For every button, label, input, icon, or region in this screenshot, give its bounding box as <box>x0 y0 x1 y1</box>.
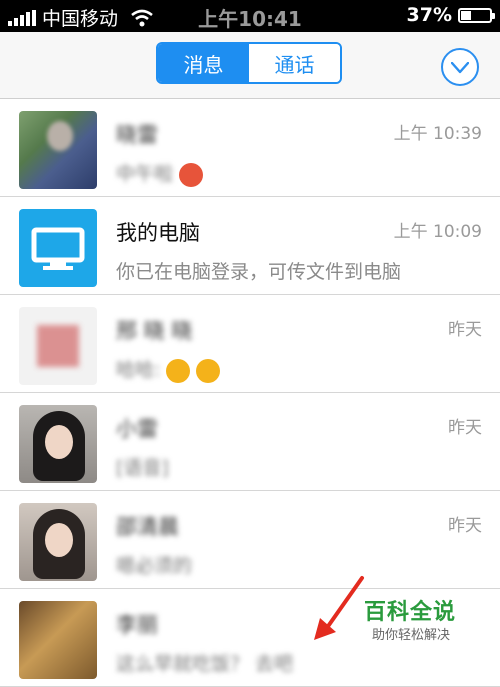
contact-name: 小雷 <box>116 417 158 441</box>
watermark: 百科全说 助你轻松解决 <box>352 590 472 646</box>
contact-name: 李丽 <box>116 613 158 637</box>
contact-name: 邢 晓 晓 <box>116 319 193 343</box>
message-preview: 中午啦 <box>116 159 204 187</box>
message-text: 哈哈: <box>116 359 161 381</box>
message-time: 昨天 <box>448 320 482 340</box>
message-preview: [语音] <box>116 457 169 479</box>
tab-calls[interactable]: 通话 <box>249 44 340 82</box>
chevron-down-icon <box>451 62 469 74</box>
avatar <box>19 209 97 287</box>
avatar <box>19 601 97 679</box>
watermark-subtitle: 助你轻松解决 <box>372 628 451 643</box>
conversation-row[interactable]: 邢 晓 晓 哈哈: 昨天 <box>0 295 500 393</box>
message-time: 上午 10:09 <box>393 222 482 242</box>
computer-icon <box>31 227 85 270</box>
message-preview: 你已在电脑登录，可传文件到电脑 <box>116 261 402 283</box>
avatar <box>19 307 97 385</box>
battery-icon <box>458 7 495 23</box>
avatar <box>19 405 97 483</box>
conversation-row[interactable]: 小雷 [语音] 昨天 <box>0 393 500 491</box>
emoji-icon <box>196 358 221 383</box>
conversation-row[interactable]: 晓雷 中午啦 上午 10:39 <box>0 99 500 197</box>
conversation-row[interactable]: 邵清晨 嗯必须的 昨天 <box>0 491 500 589</box>
emoji-icon <box>179 162 204 187</box>
battery-percent: 37% <box>406 4 452 26</box>
tab-messages[interactable]: 消息 <box>158 44 249 82</box>
message-time: 上午 10:39 <box>393 124 482 144</box>
segmented-control: 消息 通话 <box>156 42 342 84</box>
message-time: 昨天 <box>448 418 482 438</box>
emoji-icon <box>166 358 191 383</box>
message-preview: 这么早就吃饭？ 去吧 <box>116 653 294 675</box>
battery-fill <box>461 10 471 20</box>
conversation-row[interactable]: 我的电脑 你已在电脑登录，可传文件到电脑 上午 10:09 <box>0 197 500 295</box>
watermark-title: 百科全说 <box>364 600 457 625</box>
status-bar: 中国移动 上午10:41 37% <box>0 0 500 32</box>
contact-name: 我的电脑 <box>116 221 200 245</box>
message-text: 中午啦 <box>116 163 174 185</box>
contact-name: 晓雷 <box>116 123 158 147</box>
dropdown-button[interactable] <box>441 48 479 86</box>
status-right: 37% <box>406 4 495 26</box>
avatar <box>19 111 97 189</box>
message-preview: 嗯必须的 <box>116 555 193 577</box>
contact-name: 邵清晨 <box>116 515 179 539</box>
nav-bar: 消息 通话 <box>0 32 500 99</box>
avatar <box>19 503 97 581</box>
message-time: 昨天 <box>448 516 482 536</box>
message-preview: 哈哈: <box>116 355 221 383</box>
